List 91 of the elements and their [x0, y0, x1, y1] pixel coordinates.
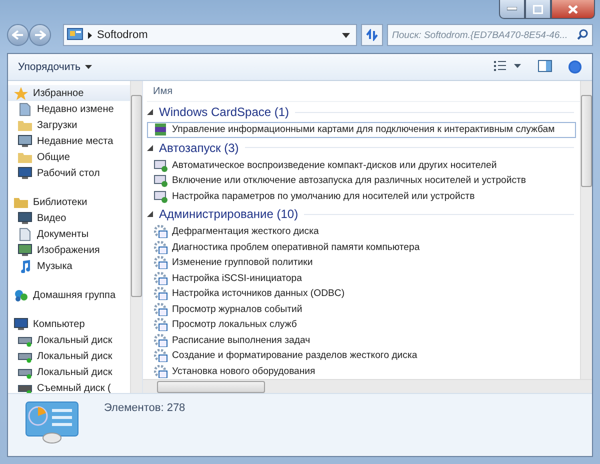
navigation-item[interactable]: Загрузки	[8, 117, 130, 133]
control-panel-item[interactable]: Включение или отключение автозапуска для различных носителей и устройств	[147, 173, 576, 188]
refresh-arrows-icon	[365, 29, 379, 41]
navigation-item[interactable]: Локальный диск	[8, 348, 130, 364]
collapse-arrow-icon[interactable]	[147, 109, 153, 115]
back-arrow-icon	[12, 30, 24, 40]
minimize-icon	[507, 7, 517, 11]
gear-icon	[154, 272, 168, 285]
back-button[interactable]	[7, 24, 29, 46]
control-panel-item[interactable]: Изменение групповой политики	[147, 255, 576, 270]
item-count: Элементов: 278	[104, 402, 186, 414]
document-icon	[18, 228, 32, 240]
window-icon	[154, 158, 168, 172]
navigation-item[interactable]: Музыка	[8, 258, 130, 274]
gear-icon	[154, 302, 168, 316]
horizontal-scrollbar[interactable]	[143, 379, 592, 393]
search-field[interactable]: Поиск: Softodrom.{ED7BA470-8E54-46...	[387, 24, 593, 46]
close-icon	[568, 4, 578, 14]
search-icon	[577, 29, 588, 40]
control-panel-item[interactable]: Настройка iSCSI-инициатора	[147, 270, 576, 286]
control-panel-icon	[24, 400, 80, 444]
group-header[interactable]: Администрирование (10)	[159, 207, 298, 221]
navigation-item[interactable]: Видео	[8, 210, 130, 226]
forward-button[interactable]	[29, 24, 51, 46]
navigation-item[interactable]: Рабочий стол	[8, 165, 130, 181]
control-panel-item[interactable]: Просмотр журналов событий	[147, 302, 576, 317]
window-icon	[154, 190, 168, 203]
navigation-item[interactable]: Общие	[8, 149, 130, 165]
gear-icon	[154, 364, 168, 378]
navigation-item[interactable]: Локальный диск	[8, 332, 130, 348]
collapse-arrow-icon[interactable]	[147, 144, 153, 150]
gear-icon	[154, 287, 168, 300]
gear-icon	[154, 256, 168, 270]
control-panel-item[interactable]: Управление информационными картами для подключения к интерактивным службам	[147, 122, 576, 138]
globe-icon	[14, 288, 28, 302]
monitor-icon	[18, 166, 32, 180]
help-icon	[568, 60, 582, 74]
star-icon	[14, 86, 28, 100]
folder-icon	[18, 118, 32, 132]
control-panel-item[interactable]: Автоматическое воспроизведение компакт-дисков или других носителей	[147, 158, 576, 173]
monitor-icon	[18, 134, 32, 148]
organize-button[interactable]: Упорядочить	[14, 59, 96, 75]
navigation-item[interactable]: Недавно измене	[8, 101, 130, 117]
navigation-group[interactable]: Библиотеки	[8, 194, 130, 210]
control-panel-item[interactable]: Настройка источников данных (ODBC)	[147, 286, 576, 302]
gear-icon	[154, 334, 168, 347]
music-note-icon	[18, 260, 32, 272]
control-panel-item[interactable]: Установка нового оборудования	[147, 364, 576, 379]
refresh-button[interactable]	[361, 24, 383, 46]
list-view-icon	[494, 60, 522, 72]
scrollbar[interactable]	[580, 81, 592, 379]
dropdown-arrow-icon	[342, 32, 350, 38]
window-icon	[154, 174, 168, 188]
address-bar[interactable]: Softodrom	[63, 24, 357, 46]
maximize-icon	[533, 4, 543, 14]
control-panel-item[interactable]: Расписание выполнения задач	[147, 332, 576, 348]
scrollbar[interactable]	[130, 81, 142, 393]
maximize-button[interactable]	[525, 0, 551, 19]
forward-arrow-icon	[34, 30, 46, 40]
pane-icon	[538, 60, 552, 72]
control-panel-item[interactable]: Создание и форматирование разделов жесткого диска	[147, 348, 576, 364]
column-header[interactable]: Имя	[147, 86, 172, 96]
navigation-group[interactable]: Домашняя группа	[8, 287, 130, 303]
folder-icon	[14, 196, 28, 208]
dropdown-arrow-icon	[85, 65, 92, 69]
minimize-button[interactable]	[499, 0, 525, 19]
close-button[interactable]	[551, 0, 595, 19]
gear-icon	[154, 349, 168, 362]
monitor-icon	[14, 318, 28, 330]
navigation-group[interactable]: Избранное	[8, 85, 130, 101]
folder-icon	[18, 150, 32, 164]
card-icon	[154, 123, 168, 136]
gear-icon	[154, 240, 168, 254]
collapse-arrow-icon[interactable]	[147, 211, 153, 217]
group-header[interactable]: Windows CardSpace (1)	[159, 105, 290, 119]
control-panel-item[interactable]: Диагностика проблем оперативной памяти компьютера	[147, 240, 576, 255]
navigation-item[interactable]: Изображения	[8, 242, 130, 258]
group-header[interactable]: Автозапуск (3)	[159, 140, 239, 154]
navigation-item[interactable]: Недавние места	[8, 133, 130, 149]
navigation-item[interactable]: Локальный диск	[8, 364, 130, 380]
control-panel-item[interactable]: Дефрагментация жесткого диска	[147, 224, 576, 240]
gear-icon	[154, 318, 168, 332]
gear-icon	[154, 225, 168, 238]
control-panel-item[interactable]: Просмотр локальных служб	[147, 317, 576, 332]
control-panel-icon	[67, 28, 83, 42]
breadcrumb-arrow-icon	[88, 32, 92, 38]
help-button[interactable]	[566, 58, 584, 76]
control-panel-item[interactable]: Настройка параметров по умолчанию для носителей или устройств	[147, 188, 576, 204]
navigation-item[interactable]: Документы	[8, 226, 130, 242]
navigation-item[interactable]: Съемный диск (	[8, 380, 130, 393]
navigation-group[interactable]: Компьютер	[8, 316, 130, 332]
